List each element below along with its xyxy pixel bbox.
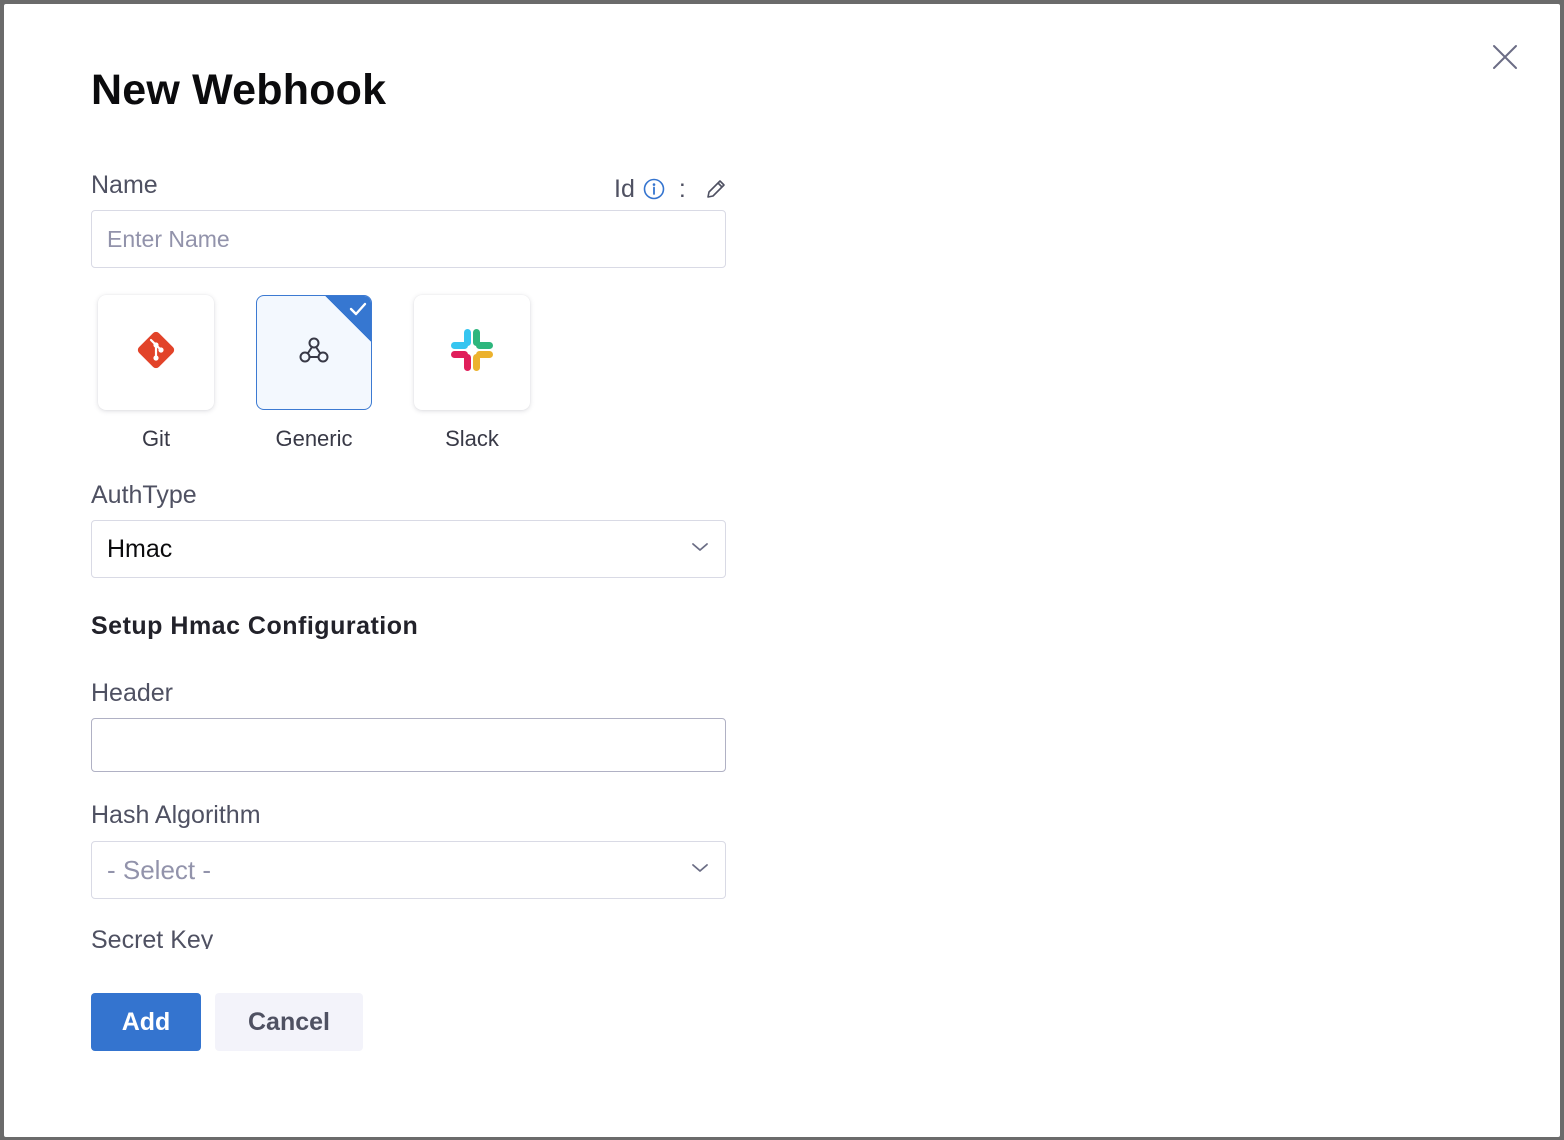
name-input[interactable] [91,210,726,268]
hash-algorithm-value: - Select - [107,854,212,885]
header-input[interactable] [91,718,726,772]
type-card-generic[interactable] [256,295,372,410]
slack-icon [448,326,496,379]
authtype-label: AuthType [91,481,197,509]
id-label: Id [614,174,635,203]
hash-algorithm-label: Hash Algorithm [91,801,261,829]
authtype-select[interactable]: Hmac [91,520,726,578]
header-label: Header [91,679,173,707]
hmac-section-title: Setup Hmac Configuration [91,612,419,640]
info-icon[interactable] [643,178,665,200]
checkmark-icon [349,301,367,322]
git-icon [131,325,181,380]
secret-key-label: Secret Key [91,926,214,949]
id-row: Id : [614,174,728,204]
dialog-title: New Webhook [91,66,387,114]
pencil-icon[interactable] [704,177,728,201]
hash-algorithm-select[interactable]: - Select - [91,841,726,899]
chevron-down-icon [690,861,710,879]
type-label-slack: Slack [445,426,499,451]
chevron-down-icon [690,540,710,558]
name-label: Name [91,171,158,199]
authtype-value: Hmac [107,534,173,563]
type-card-git[interactable] [98,295,214,410]
add-button[interactable]: Add [91,993,201,1051]
type-label-git: Git [141,426,171,451]
id-separator: : [678,174,686,203]
new-webhook-dialog: New Webhook Name Id : Enter Name Git Gen… [4,4,1560,1137]
type-label-generic: Generic [275,426,353,451]
close-icon[interactable] [1488,40,1522,74]
cancel-button[interactable]: Cancel [215,993,363,1051]
type-card-slack[interactable] [414,295,530,410]
